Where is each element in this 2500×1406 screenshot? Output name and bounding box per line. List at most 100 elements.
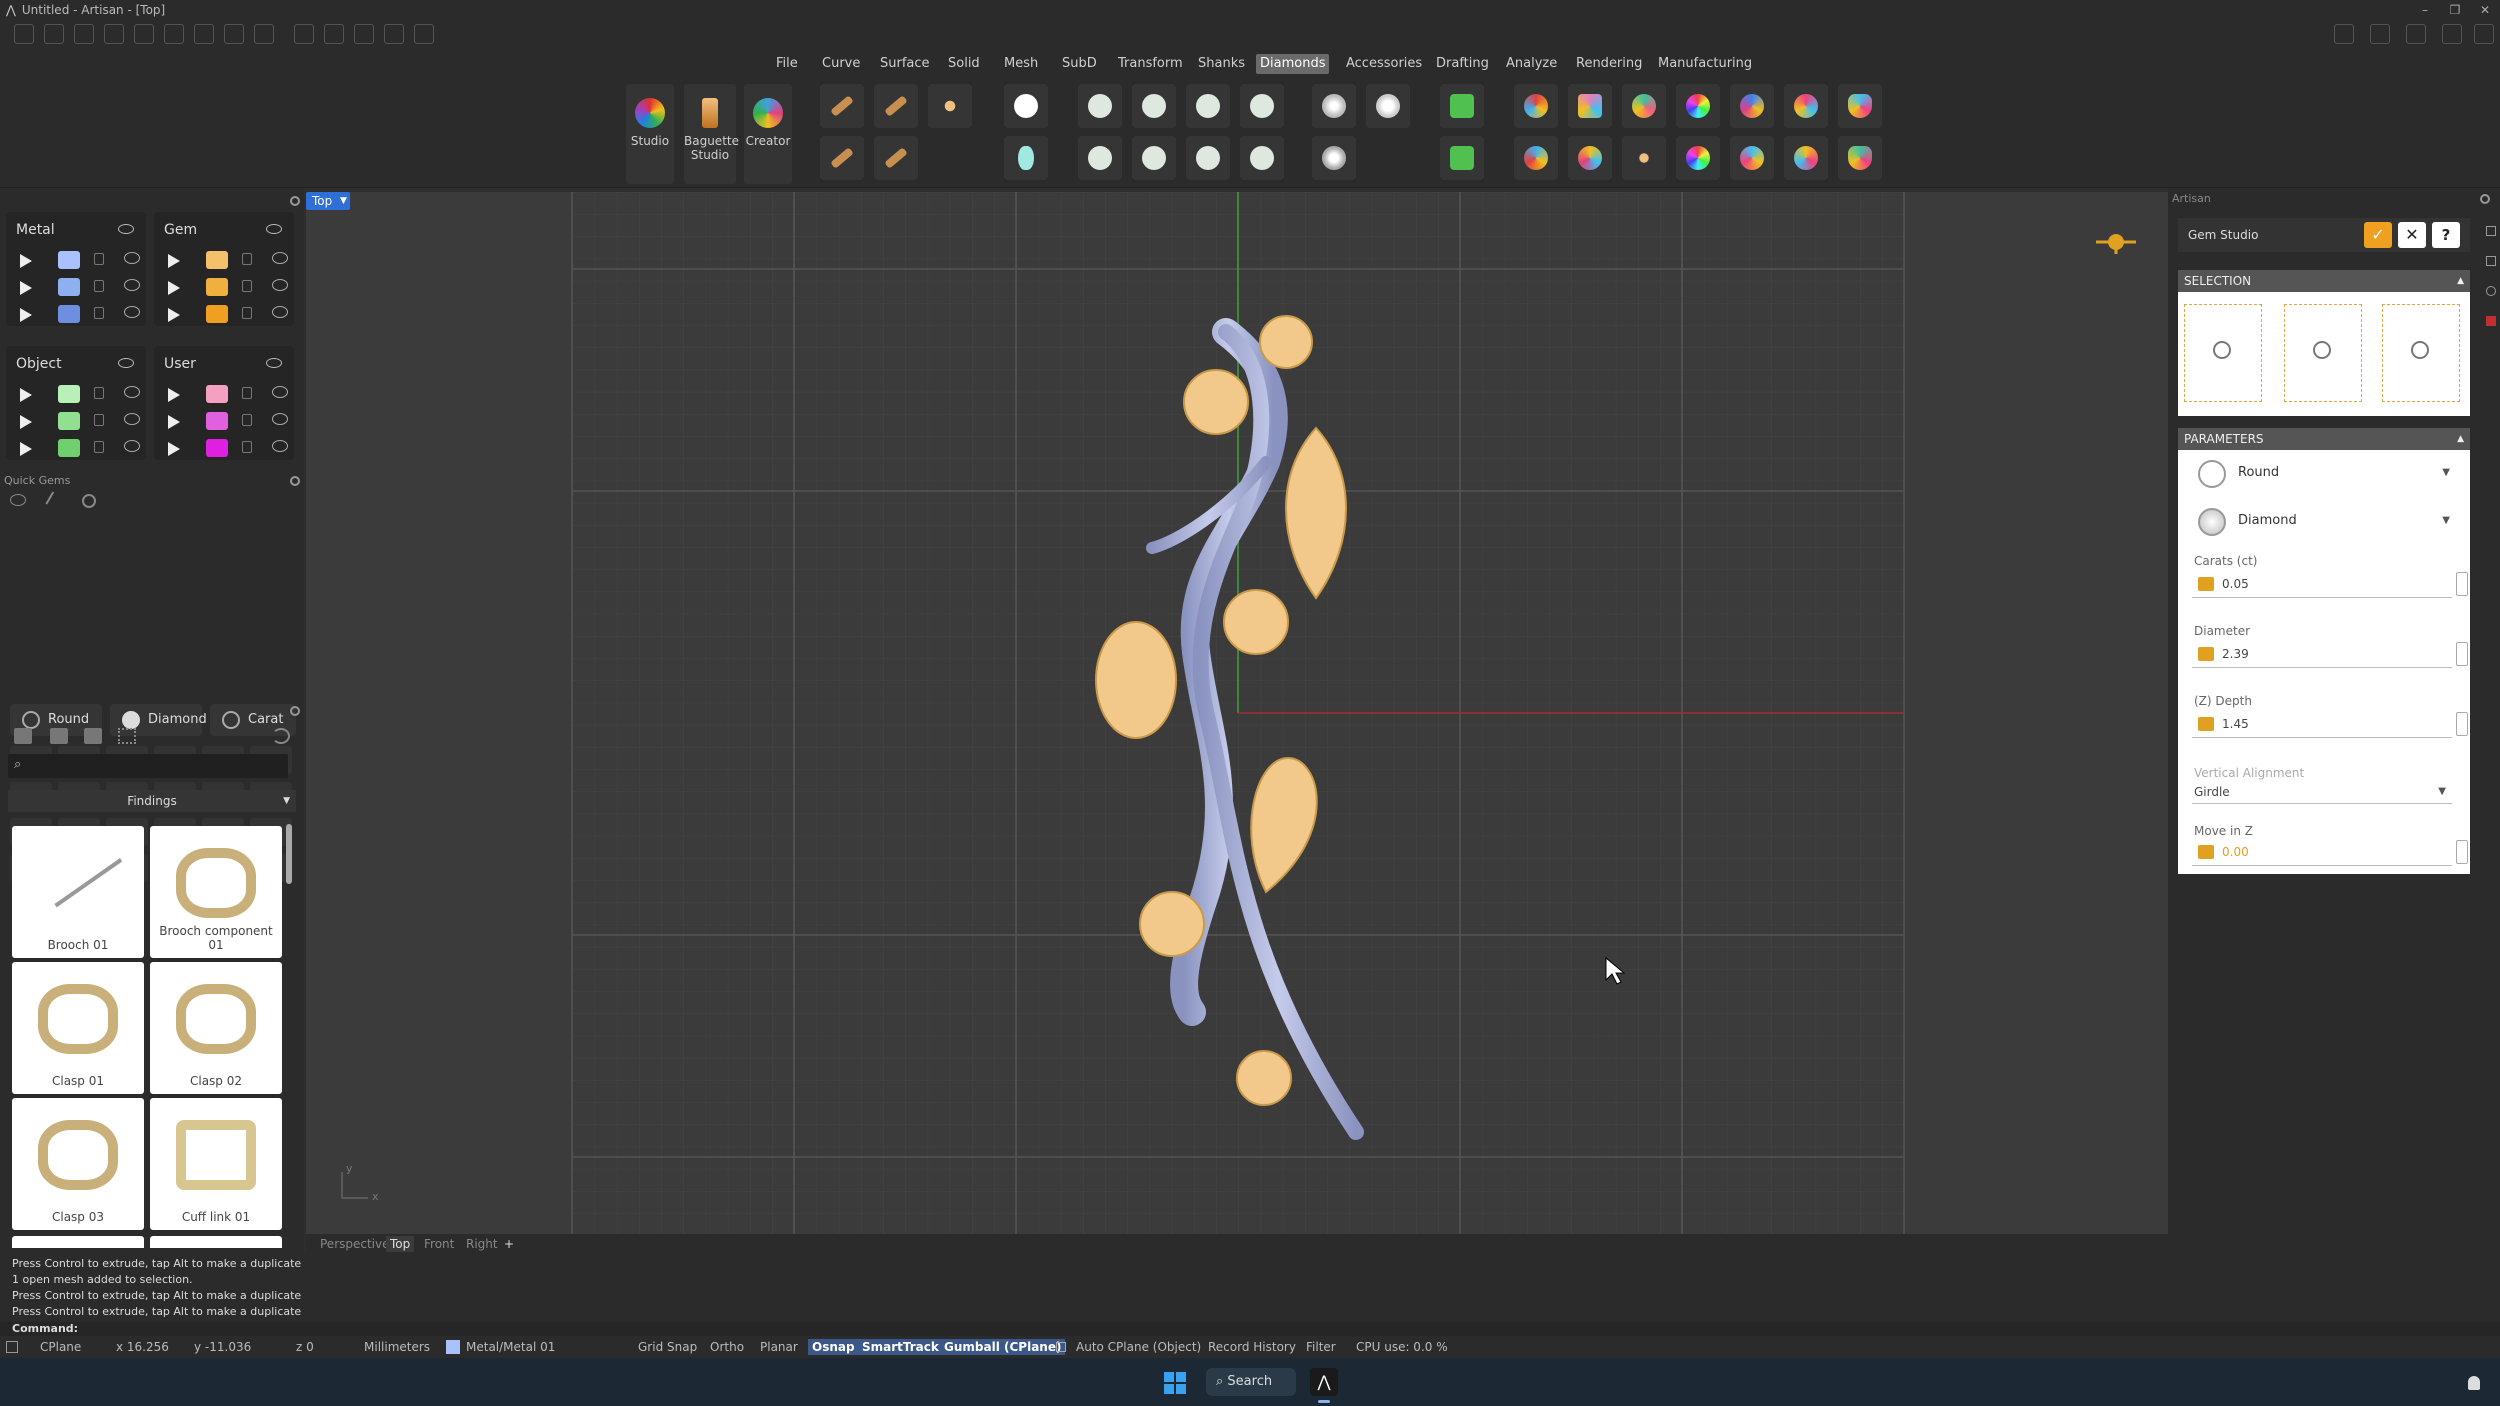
- minimize-button[interactable]: –: [2410, 0, 2440, 20]
- oval-gem-button[interactable]: [1004, 136, 1048, 180]
- library-item[interactable]: Clasp 02: [150, 962, 282, 1094]
- eye-icon[interactable]: [124, 279, 140, 291]
- gear-icon[interactable]: [290, 196, 300, 206]
- top-viewport[interactable]: y x: [306, 192, 2168, 1234]
- layer-row[interactable]: [14, 438, 144, 460]
- plugin-icon[interactable]: [354, 24, 374, 44]
- current-layer[interactable]: Metal/Metal 01: [462, 1339, 559, 1355]
- eye-icon[interactable]: [124, 440, 140, 452]
- save-icon[interactable]: [194, 24, 214, 44]
- play-icon[interactable]: [168, 254, 180, 268]
- layer-swatch[interactable]: [206, 385, 228, 403]
- eye-icon[interactable]: [124, 386, 140, 398]
- lock-icon[interactable]: [1056, 1342, 1066, 1352]
- round-gem[interactable]: [1259, 315, 1313, 369]
- view-icon[interactable]: [10, 494, 26, 506]
- gem-on-surface-button[interactable]: [820, 136, 864, 180]
- layer-row[interactable]: [162, 277, 292, 299]
- notification-bell-icon[interactable]: [2468, 1376, 2480, 1390]
- library-scrollbar[interactable]: [286, 824, 292, 884]
- menu-mesh[interactable]: Mesh: [1000, 54, 1042, 74]
- layers-icon[interactable]: [2486, 256, 2496, 266]
- gear-icon[interactable]: [290, 476, 300, 486]
- new-file-icon[interactable]: [14, 24, 34, 44]
- layer-swatch[interactable]: [58, 305, 80, 323]
- round-gem[interactable]: [1223, 589, 1289, 655]
- template-icon[interactable]: [44, 24, 64, 44]
- library-item[interactable]: Brooch 01: [12, 826, 144, 958]
- select-gem-button[interactable]: [2184, 304, 2262, 402]
- menu-analyze[interactable]: Analyze: [1502, 54, 1561, 74]
- gear-icon[interactable]: [290, 706, 300, 716]
- layer-row[interactable]: [14, 304, 144, 326]
- layer-swatch[interactable]: [58, 251, 80, 269]
- grid-icon[interactable]: [118, 728, 136, 744]
- menu-transform[interactable]: Transform: [1114, 54, 1187, 74]
- lock-icon[interactable]: [242, 414, 252, 426]
- undo-icon[interactable]: [134, 24, 154, 44]
- eye-icon[interactable]: [124, 306, 140, 318]
- command-input[interactable]: Command:: [0, 1322, 2500, 1336]
- library-item[interactable]: [12, 1236, 144, 1248]
- gumball-toggle[interactable]: Gumball (CPlane): [940, 1339, 1066, 1355]
- play-icon[interactable]: [20, 254, 32, 268]
- confirm-button[interactable]: ✓: [2364, 222, 2392, 248]
- pave-grid-button[interactable]: [1312, 136, 1356, 180]
- gem-count-button[interactable]: [1514, 136, 1558, 180]
- halo-setting-button[interactable]: [1186, 84, 1230, 128]
- layer-swatch[interactable]: [206, 439, 228, 457]
- carats-stepper[interactable]: [2456, 572, 2468, 596]
- lock-icon[interactable]: [94, 414, 104, 426]
- selection-header[interactable]: SELECTION ▲: [2178, 270, 2470, 292]
- lock-icon[interactable]: [242, 387, 252, 399]
- creator-button[interactable]: Creator: [744, 84, 792, 184]
- layer-swatch[interactable]: [58, 278, 80, 296]
- layer-row[interactable]: [14, 411, 144, 433]
- pave-button[interactable]: [1312, 84, 1356, 128]
- cube-icon[interactable]: [2406, 24, 2426, 44]
- gem-scatter-button[interactable]: [1622, 136, 1666, 180]
- play-icon[interactable]: [168, 388, 180, 402]
- parameters-header[interactable]: PARAMETERS ▲: [2178, 428, 2470, 450]
- smarttrack-toggle[interactable]: SmartTrack: [858, 1339, 943, 1355]
- grid-snap-toggle[interactable]: Grid Snap: [634, 1339, 701, 1355]
- auto-cplane-toggle[interactable]: Auto CPlane (Object): [1072, 1339, 1205, 1355]
- eye-icon[interactable]: [118, 358, 134, 368]
- gem-spectrum-button[interactable]: [1676, 84, 1720, 128]
- eye-icon[interactable]: [272, 386, 288, 398]
- library-item[interactable]: Clasp 03: [12, 1098, 144, 1230]
- gem-color-button[interactable]: [1514, 84, 1558, 128]
- move-z-field[interactable]: 0.00: [2192, 838, 2468, 866]
- measure-icon[interactable]: [384, 24, 404, 44]
- studio-button[interactable]: Studio: [626, 84, 674, 184]
- gem-between-button[interactable]: [874, 84, 918, 128]
- layer-swatch[interactable]: [58, 439, 80, 457]
- gem-dots-button[interactable]: [874, 136, 918, 180]
- panel-toggle-icon[interactable]: [2334, 24, 2354, 44]
- layer-row[interactable]: [14, 384, 144, 406]
- gem-swap-button[interactable]: [1730, 84, 1774, 128]
- eye-icon[interactable]: [124, 252, 140, 264]
- select-multiple-button[interactable]: [2382, 304, 2460, 402]
- cutter-button[interactable]: [1440, 84, 1484, 128]
- menu-file[interactable]: File: [772, 54, 802, 74]
- play-icon[interactable]: [20, 388, 32, 402]
- artisan-icon[interactable]: [2486, 226, 2496, 236]
- tab-right[interactable]: Right: [462, 1236, 502, 1252]
- gear-icon[interactable]: [2480, 194, 2490, 204]
- play-icon[interactable]: [20, 281, 32, 295]
- round-gem[interactable]: [1183, 369, 1249, 435]
- export-icon[interactable]: [254, 24, 274, 44]
- layer-row[interactable]: [162, 304, 292, 326]
- gumball-icon[interactable]: [414, 24, 434, 44]
- layer-swatch[interactable]: [206, 278, 228, 296]
- library-item[interactable]: [150, 1236, 282, 1248]
- folder-icon[interactable]: [104, 24, 124, 44]
- folder-icon[interactable]: [14, 728, 32, 744]
- diameter-field[interactable]: 2.39: [2192, 640, 2468, 668]
- menu-shanks[interactable]: Shanks: [1194, 54, 1249, 74]
- play-icon[interactable]: [168, 415, 180, 429]
- eye-icon[interactable]: [272, 440, 288, 452]
- gem-pattern-button[interactable]: [928, 84, 972, 128]
- round-gem[interactable]: [1236, 1050, 1292, 1106]
